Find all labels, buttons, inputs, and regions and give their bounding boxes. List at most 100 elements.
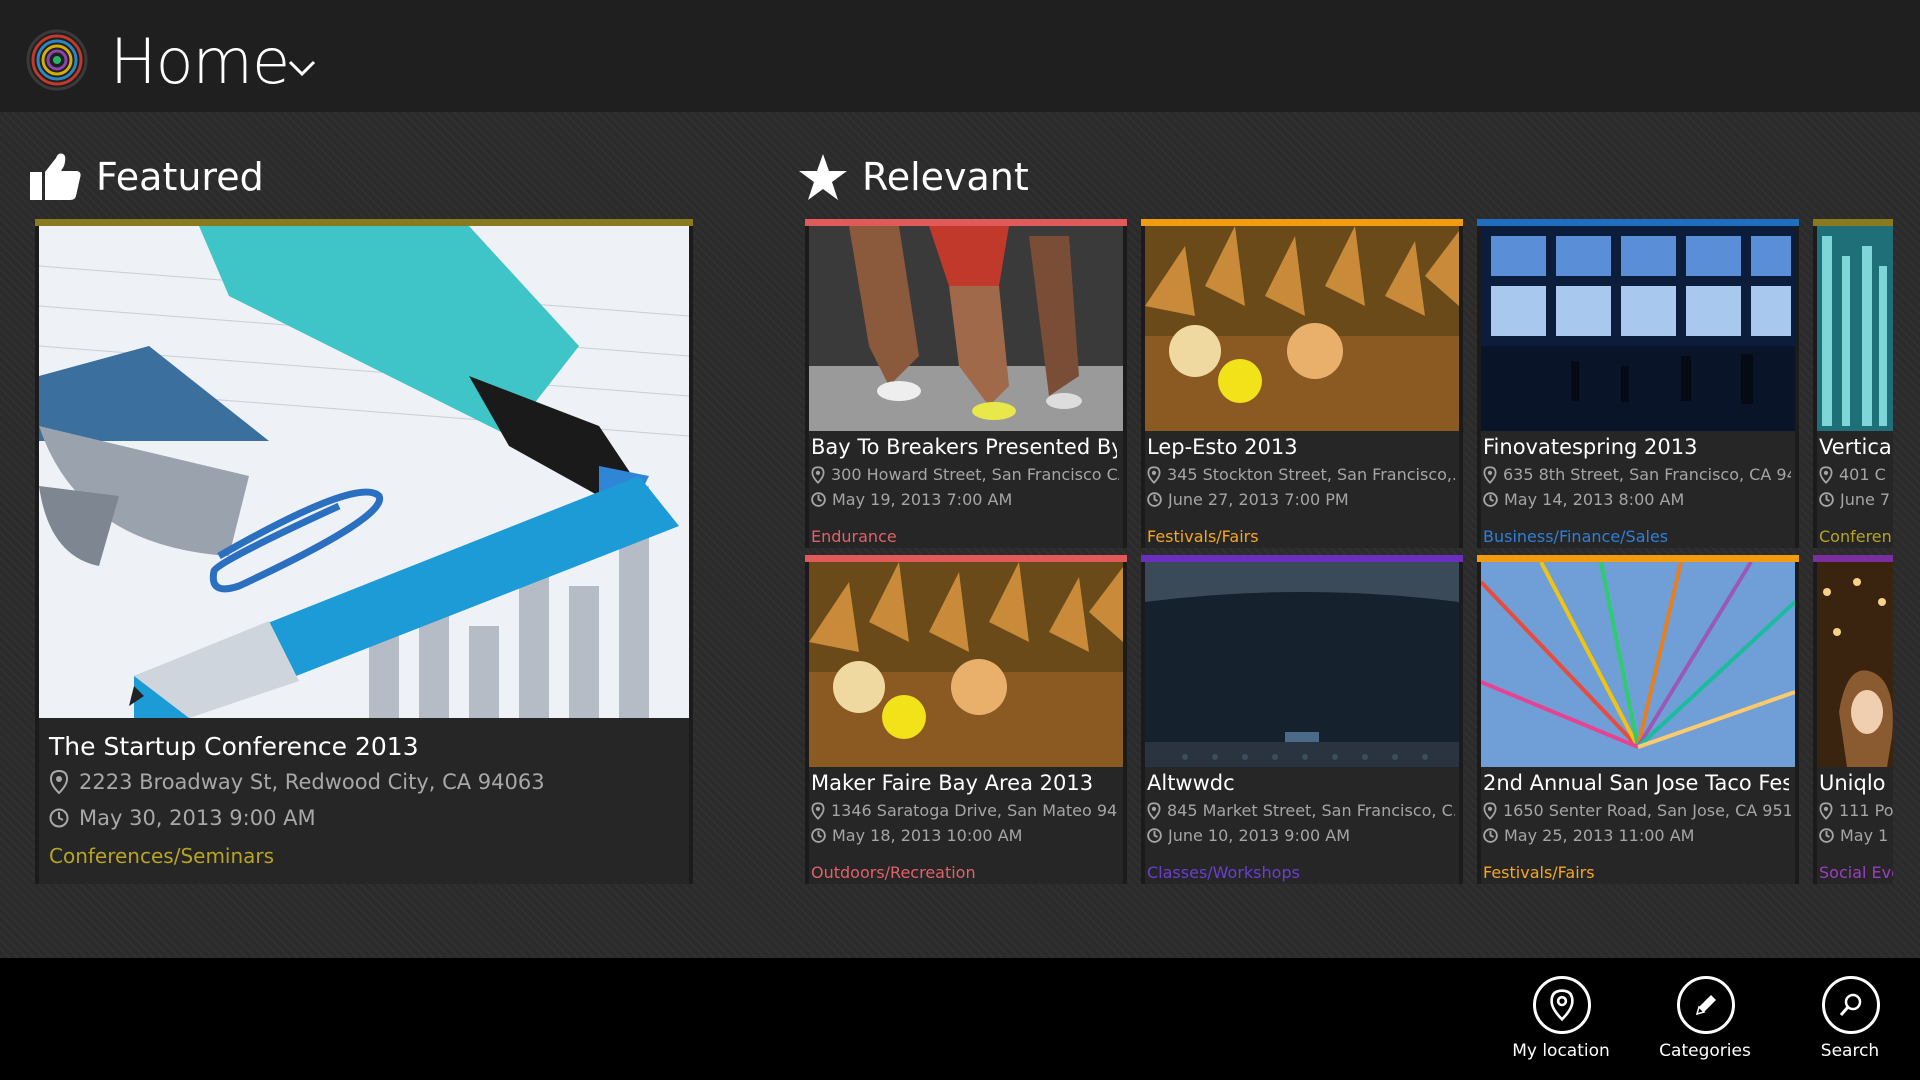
event-date-row: June 27, 2013 7:00 PM: [1147, 490, 1455, 509]
featured-event-address: 2223 Broadway St, Redwood City, CA 94063: [79, 770, 545, 794]
categories-label: Categories: [1659, 1041, 1751, 1061]
event-image: [1145, 562, 1459, 767]
event-tile[interactable]: Finovatespring 2013 635 8th Street, San …: [1477, 219, 1799, 548]
event-address: 1346 Saratoga Drive, San Mateo 94...: [831, 801, 1119, 820]
clock-icon: [811, 828, 826, 843]
search-icon: [1822, 976, 1880, 1034]
event-title: Uniqlo I: [1819, 771, 1893, 795]
event-date: May 25, 2013 11:00 AM: [1504, 826, 1695, 845]
event-caption: Finovatespring 2013 635 8th Street, San …: [1481, 431, 1795, 548]
event-date: June 27, 2013 7:00 PM: [1168, 490, 1349, 509]
location-pin-icon: [1533, 976, 1591, 1034]
event-address: 300 Howard Street, San Francisco CA: [831, 465, 1119, 484]
event-image: [1817, 226, 1893, 431]
event-image: [1145, 226, 1459, 431]
categories-button[interactable]: Categories: [1640, 976, 1770, 1076]
event-caption: Vertical 401 C June 7 Conferen: [1817, 431, 1893, 548]
content-area: Featured Relevant The Startup Conference…: [0, 112, 1920, 958]
event-caption: Altwwdc 845 Market Street, San Francisco…: [1145, 767, 1459, 884]
event-address: 635 8th Street, San Francisco, CA 94...: [1503, 465, 1791, 484]
location-pin-icon: [811, 465, 825, 484]
event-date: May 14, 2013 8:00 AM: [1504, 490, 1685, 509]
search-button[interactable]: Search: [1785, 976, 1915, 1076]
event-date-row: June 7: [1819, 490, 1893, 509]
event-tile[interactable]: Lep-Esto 2013 345 Stockton Street, San F…: [1141, 219, 1463, 548]
event-category: Endurance: [811, 527, 897, 546]
clock-icon: [1819, 828, 1834, 843]
star-icon: [799, 154, 847, 200]
event-address-row: 1346 Saratoga Drive, San Mateo 94...: [811, 801, 1119, 820]
page-title[interactable]: Home: [110, 20, 290, 104]
event-address: 111 Po: [1839, 801, 1893, 820]
event-address-row: 111 Po: [1819, 801, 1893, 820]
event-title: Altwwdc: [1147, 771, 1235, 795]
pencil-icon: [1677, 976, 1735, 1034]
location-pin-icon: [1147, 465, 1161, 484]
clock-icon: [1819, 492, 1834, 507]
event-category: Outdoors/Recreation: [811, 863, 976, 882]
featured-event-category: Conferences/Seminars: [49, 844, 275, 868]
event-image: [1481, 226, 1795, 431]
event-tile[interactable]: Uniqlo I 111 Po May 1 Social Eve: [1813, 555, 1893, 884]
event-category: Social Eve: [1819, 863, 1893, 882]
event-category: Festivals/Fairs: [1147, 527, 1259, 546]
event-caption: Lep-Esto 2013 345 Stockton Street, San F…: [1145, 431, 1459, 548]
event-date: May 18, 2013 10:00 AM: [832, 826, 1023, 845]
my-location-label: My location: [1512, 1041, 1610, 1061]
app-logo-icon: [26, 29, 88, 91]
clock-icon: [1483, 828, 1498, 843]
event-category: Conferen: [1819, 527, 1892, 546]
event-date-row: May 1: [1819, 826, 1893, 845]
event-address-row: 401 C: [1819, 465, 1893, 484]
my-location-button[interactable]: My location: [1496, 976, 1626, 1076]
event-date: June 7: [1840, 490, 1891, 509]
event-address-row: 345 Stockton Street, San Francisco,...: [1147, 465, 1455, 484]
event-date: May 1: [1840, 826, 1889, 845]
event-category: Business/Finance/Sales: [1483, 527, 1669, 546]
event-address: 845 Market Street, San Francisco, C...: [1167, 801, 1455, 820]
event-title: Finovatespring 2013: [1483, 435, 1698, 459]
event-tile[interactable]: Maker Faire Bay Area 2013 1346 Saratoga …: [805, 555, 1127, 884]
location-pin-icon: [1147, 801, 1161, 820]
event-address-row: 300 Howard Street, San Francisco CA: [811, 465, 1119, 484]
featured-event-title: The Startup Conference 2013: [49, 732, 419, 761]
featured-section-header: Featured: [30, 152, 264, 202]
featured-event-date: May 30, 2013 9:00 AM: [79, 806, 316, 830]
event-category: Classes/Workshops: [1147, 863, 1300, 882]
event-date-row: May 25, 2013 11:00 AM: [1483, 826, 1791, 845]
event-caption: Uniqlo I 111 Po May 1 Social Eve: [1817, 767, 1893, 884]
event-image: [1817, 562, 1893, 767]
event-title: 2nd Annual San Jose Taco Fest...: [1483, 771, 1789, 795]
bottom-app-bar: My location Categories Search: [0, 958, 1920, 1080]
clock-icon: [49, 808, 69, 828]
thumbs-up-icon: [30, 153, 81, 200]
clock-icon: [1483, 492, 1498, 507]
event-title: Bay To Breakers Presented By...: [811, 435, 1117, 459]
event-tile[interactable]: Vertical 401 C June 7 Conferen: [1813, 219, 1893, 548]
event-tile[interactable]: Altwwdc 845 Market Street, San Francisco…: [1141, 555, 1463, 884]
event-date: June 10, 2013 9:00 AM: [1168, 826, 1351, 845]
event-date: May 19, 2013 7:00 AM: [832, 490, 1013, 509]
location-pin-icon: [1483, 801, 1497, 820]
location-pin-icon: [1483, 465, 1497, 484]
location-pin-icon: [811, 801, 825, 820]
event-tile[interactable]: Bay To Breakers Presented By... 300 Howa…: [805, 219, 1127, 548]
event-image: [809, 562, 1123, 767]
location-pin-icon: [1819, 801, 1833, 820]
featured-event-date-row: May 30, 2013 9:00 AM: [49, 806, 316, 830]
clock-icon: [1147, 492, 1162, 507]
featured-label: Featured: [96, 155, 264, 199]
featured-event-address-row: 2223 Broadway St, Redwood City, CA 94063: [49, 770, 545, 794]
featured-event-tile[interactable]: The Startup Conference 2013 2223 Broadwa…: [35, 219, 693, 884]
event-date-row: May 14, 2013 8:00 AM: [1483, 490, 1791, 509]
event-date-row: May 19, 2013 7:00 AM: [811, 490, 1119, 509]
app-header: Home: [0, 0, 1920, 112]
featured-event-caption: The Startup Conference 2013 2223 Broadwa…: [39, 718, 689, 884]
event-title: Lep-Esto 2013: [1147, 435, 1298, 459]
event-image: [1481, 562, 1795, 767]
relevant-section-header: Relevant: [798, 152, 1029, 202]
event-caption: Maker Faire Bay Area 2013 1346 Saratoga …: [809, 767, 1123, 884]
event-tile[interactable]: 2nd Annual San Jose Taco Fest... 1650 Se…: [1477, 555, 1799, 884]
chevron-down-icon[interactable]: [286, 54, 318, 80]
event-address-row: 1650 Senter Road, San Jose, CA 951...: [1483, 801, 1791, 820]
